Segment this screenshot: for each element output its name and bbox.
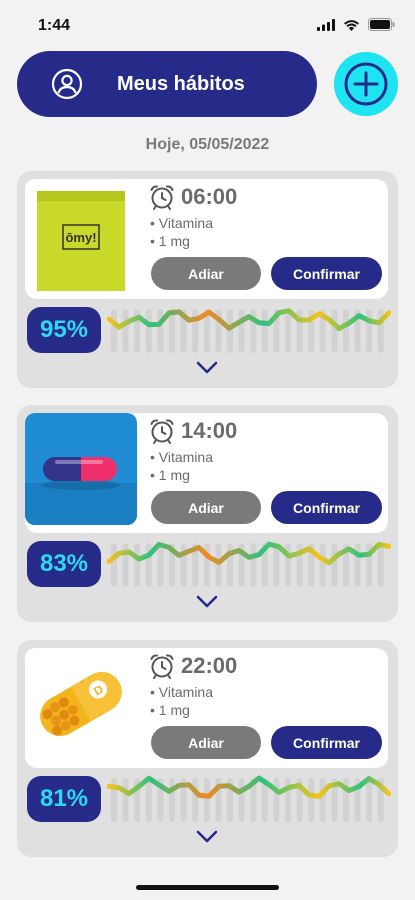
habit-image	[25, 413, 137, 525]
trend-bar	[157, 543, 164, 587]
trend-bar	[377, 543, 384, 587]
alarm-clock-icon	[150, 654, 174, 679]
trend-bar	[331, 543, 338, 587]
confirm-button[interactable]: Confirmar	[271, 491, 382, 524]
habit-details: ōmy! 06:00 • Vitamina • 1 mg Adiar Confi…	[25, 179, 388, 299]
trend-bar	[308, 778, 315, 822]
habit-time: 14:00	[181, 418, 238, 443]
snooze-button[interactable]: Adiar	[151, 257, 261, 290]
trend-bar	[285, 778, 291, 822]
trend-bar	[238, 778, 245, 822]
habit-dose: • 1 mg	[150, 233, 190, 249]
plus-circle-icon	[344, 62, 388, 106]
wifi-icon	[344, 19, 359, 31]
trend-bar	[134, 543, 141, 587]
trend-bar	[227, 309, 233, 353]
snooze-button[interactable]: Adiar	[151, 726, 261, 759]
user-profile-icon[interactable]	[51, 68, 83, 100]
alarm-time: 06:00	[149, 184, 237, 210]
home-indicator	[136, 885, 279, 890]
chevron-down-icon[interactable]	[196, 830, 218, 844]
alarm-time: 14:00	[149, 418, 237, 444]
adherence-percent: 81%	[27, 776, 101, 822]
habit-card: D 22:00 • Vitamina • 1 mg Adiar Confirma…	[17, 640, 398, 857]
adherence-percent: 95%	[27, 307, 101, 353]
page-title: Meus hábitos	[117, 72, 245, 95]
confirm-button[interactable]: Confirmar	[271, 726, 382, 759]
date-label: Hoje, 05/05/2022	[145, 136, 270, 153]
habit-time: 06:00	[181, 184, 238, 209]
status-icons	[317, 18, 395, 31]
trend-bar	[122, 543, 129, 587]
chevron-down-icon[interactable]	[196, 361, 218, 375]
trend-bar	[285, 543, 291, 587]
trend-bar	[180, 543, 187, 587]
trend-bar	[250, 543, 257, 587]
habit-type: • Vitamina	[150, 449, 214, 465]
trend-bar	[366, 778, 373, 822]
trend-bar	[261, 309, 268, 353]
chevron-down-icon[interactable]	[196, 595, 218, 609]
trend-bar	[157, 309, 164, 353]
trend-bar	[285, 309, 291, 353]
habit-card: ōmy! 06:00 • Vitamina • 1 mg Adiar Confi…	[17, 171, 398, 388]
header-bar: Meus hábitos	[17, 51, 317, 117]
trend-bar	[169, 778, 175, 822]
trend-bar	[192, 778, 199, 822]
trend-bar	[227, 543, 233, 587]
adherence-percent: 83%	[27, 541, 101, 587]
trend-bar	[273, 778, 280, 822]
trend-bar	[366, 309, 373, 353]
package-label: ōmy!	[65, 230, 96, 245]
trend-bar	[145, 309, 152, 353]
trend-bar	[203, 778, 210, 822]
status-time: 1:44	[38, 17, 71, 34]
adherence-trend	[107, 541, 391, 587]
trend-bar	[122, 778, 129, 822]
alarm-clock-icon	[150, 419, 174, 444]
habit-details: 14:00 • Vitamina • 1 mg Adiar Confirmar	[25, 413, 388, 533]
habit-time: 22:00	[181, 653, 238, 678]
habit-dose: • 1 mg	[150, 467, 190, 483]
add-habit-button[interactable]	[334, 52, 398, 116]
habit-type: • Vitamina	[150, 215, 214, 231]
habit-type: • Vitamina	[150, 684, 214, 700]
alarm-time: 22:00	[149, 653, 237, 679]
habit-image: ōmy!	[25, 179, 137, 291]
snooze-button[interactable]: Adiar	[151, 491, 261, 524]
trend-bar	[331, 309, 338, 353]
trend-bar	[343, 309, 349, 353]
trend-bar	[122, 309, 129, 353]
adherence-trend	[107, 308, 391, 353]
battery-icon	[368, 18, 395, 31]
trend-bar	[111, 543, 117, 587]
habit-details: D 22:00 • Vitamina • 1 mg Adiar Confirma…	[25, 648, 388, 768]
trend-bar	[354, 543, 361, 587]
trend-bar	[192, 309, 199, 353]
confirm-button[interactable]: Confirmar	[271, 257, 382, 290]
trend-bar	[111, 309, 117, 353]
trend-bar	[215, 543, 222, 587]
alarm-clock-icon	[150, 185, 174, 210]
trend-bar	[319, 778, 326, 822]
trend-bar	[238, 309, 245, 353]
habit-image: D	[25, 648, 137, 760]
adherence-trend	[107, 775, 391, 822]
status-bar: 1:44	[0, 0, 415, 48]
signal-icon	[317, 18, 335, 31]
trend-bar	[319, 543, 326, 587]
habit-dose: • 1 mg	[150, 702, 190, 718]
habit-card: 14:00 • Vitamina • 1 mg Adiar Confirmar …	[17, 405, 398, 622]
trend-bar	[145, 778, 152, 822]
